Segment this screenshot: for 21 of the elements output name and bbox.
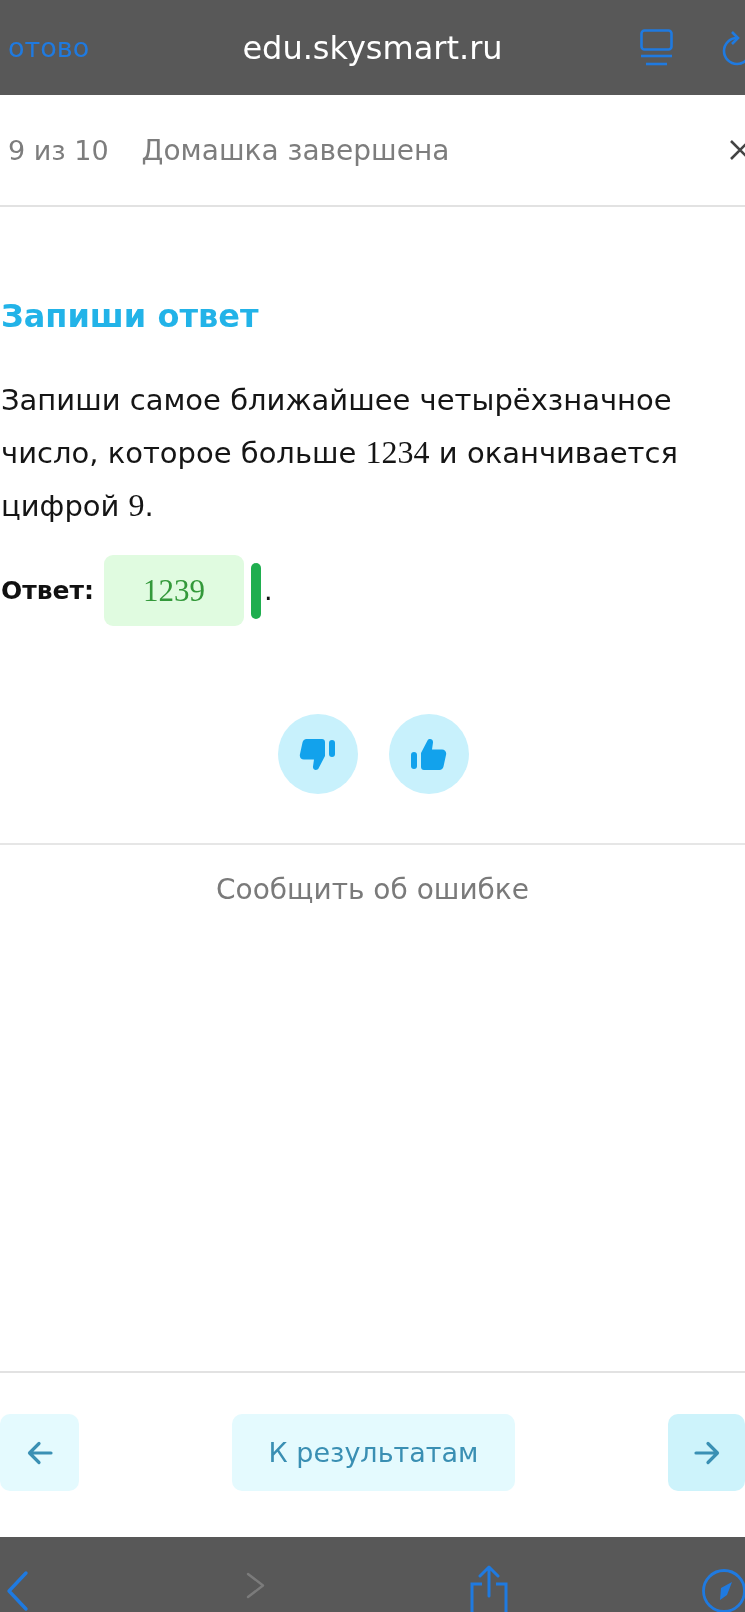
previous-button[interactable] <box>0 1414 79 1491</box>
address-text[interactable]: edu.skysmart.ru <box>242 27 503 68</box>
task-text: Запиши самое ближайшее четырёхзначное число, которое больше 1234 и оканчивается цифрой 9. <box>1 382 679 525</box>
thumbs-up-icon <box>409 736 448 772</box>
answer-label: Ответ: <box>1 576 94 605</box>
answer-field[interactable]: 1239 <box>104 555 244 626</box>
close-icon[interactable] <box>729 140 745 160</box>
progress-counter: 9 из 10 <box>8 134 109 166</box>
compass-icon[interactable] <box>701 1568 745 1612</box>
thumbs-down-icon <box>298 736 337 772</box>
results-button[interactable]: К результатам <box>232 1414 515 1491</box>
share-icon[interactable] <box>469 1565 509 1612</box>
left-arrow-icon <box>26 1440 53 1465</box>
task-title: Запиши ответ <box>1 296 260 336</box>
back-icon[interactable] <box>5 1570 29 1612</box>
next-button[interactable] <box>668 1414 745 1491</box>
right-arrow-icon <box>693 1440 720 1465</box>
homework-status: Домашка завершена <box>141 133 450 167</box>
punctuation-text: . <box>264 575 273 606</box>
report-error-link[interactable]: Сообщить об ошибке <box>216 870 529 910</box>
reader-icon[interactable] <box>640 29 673 66</box>
